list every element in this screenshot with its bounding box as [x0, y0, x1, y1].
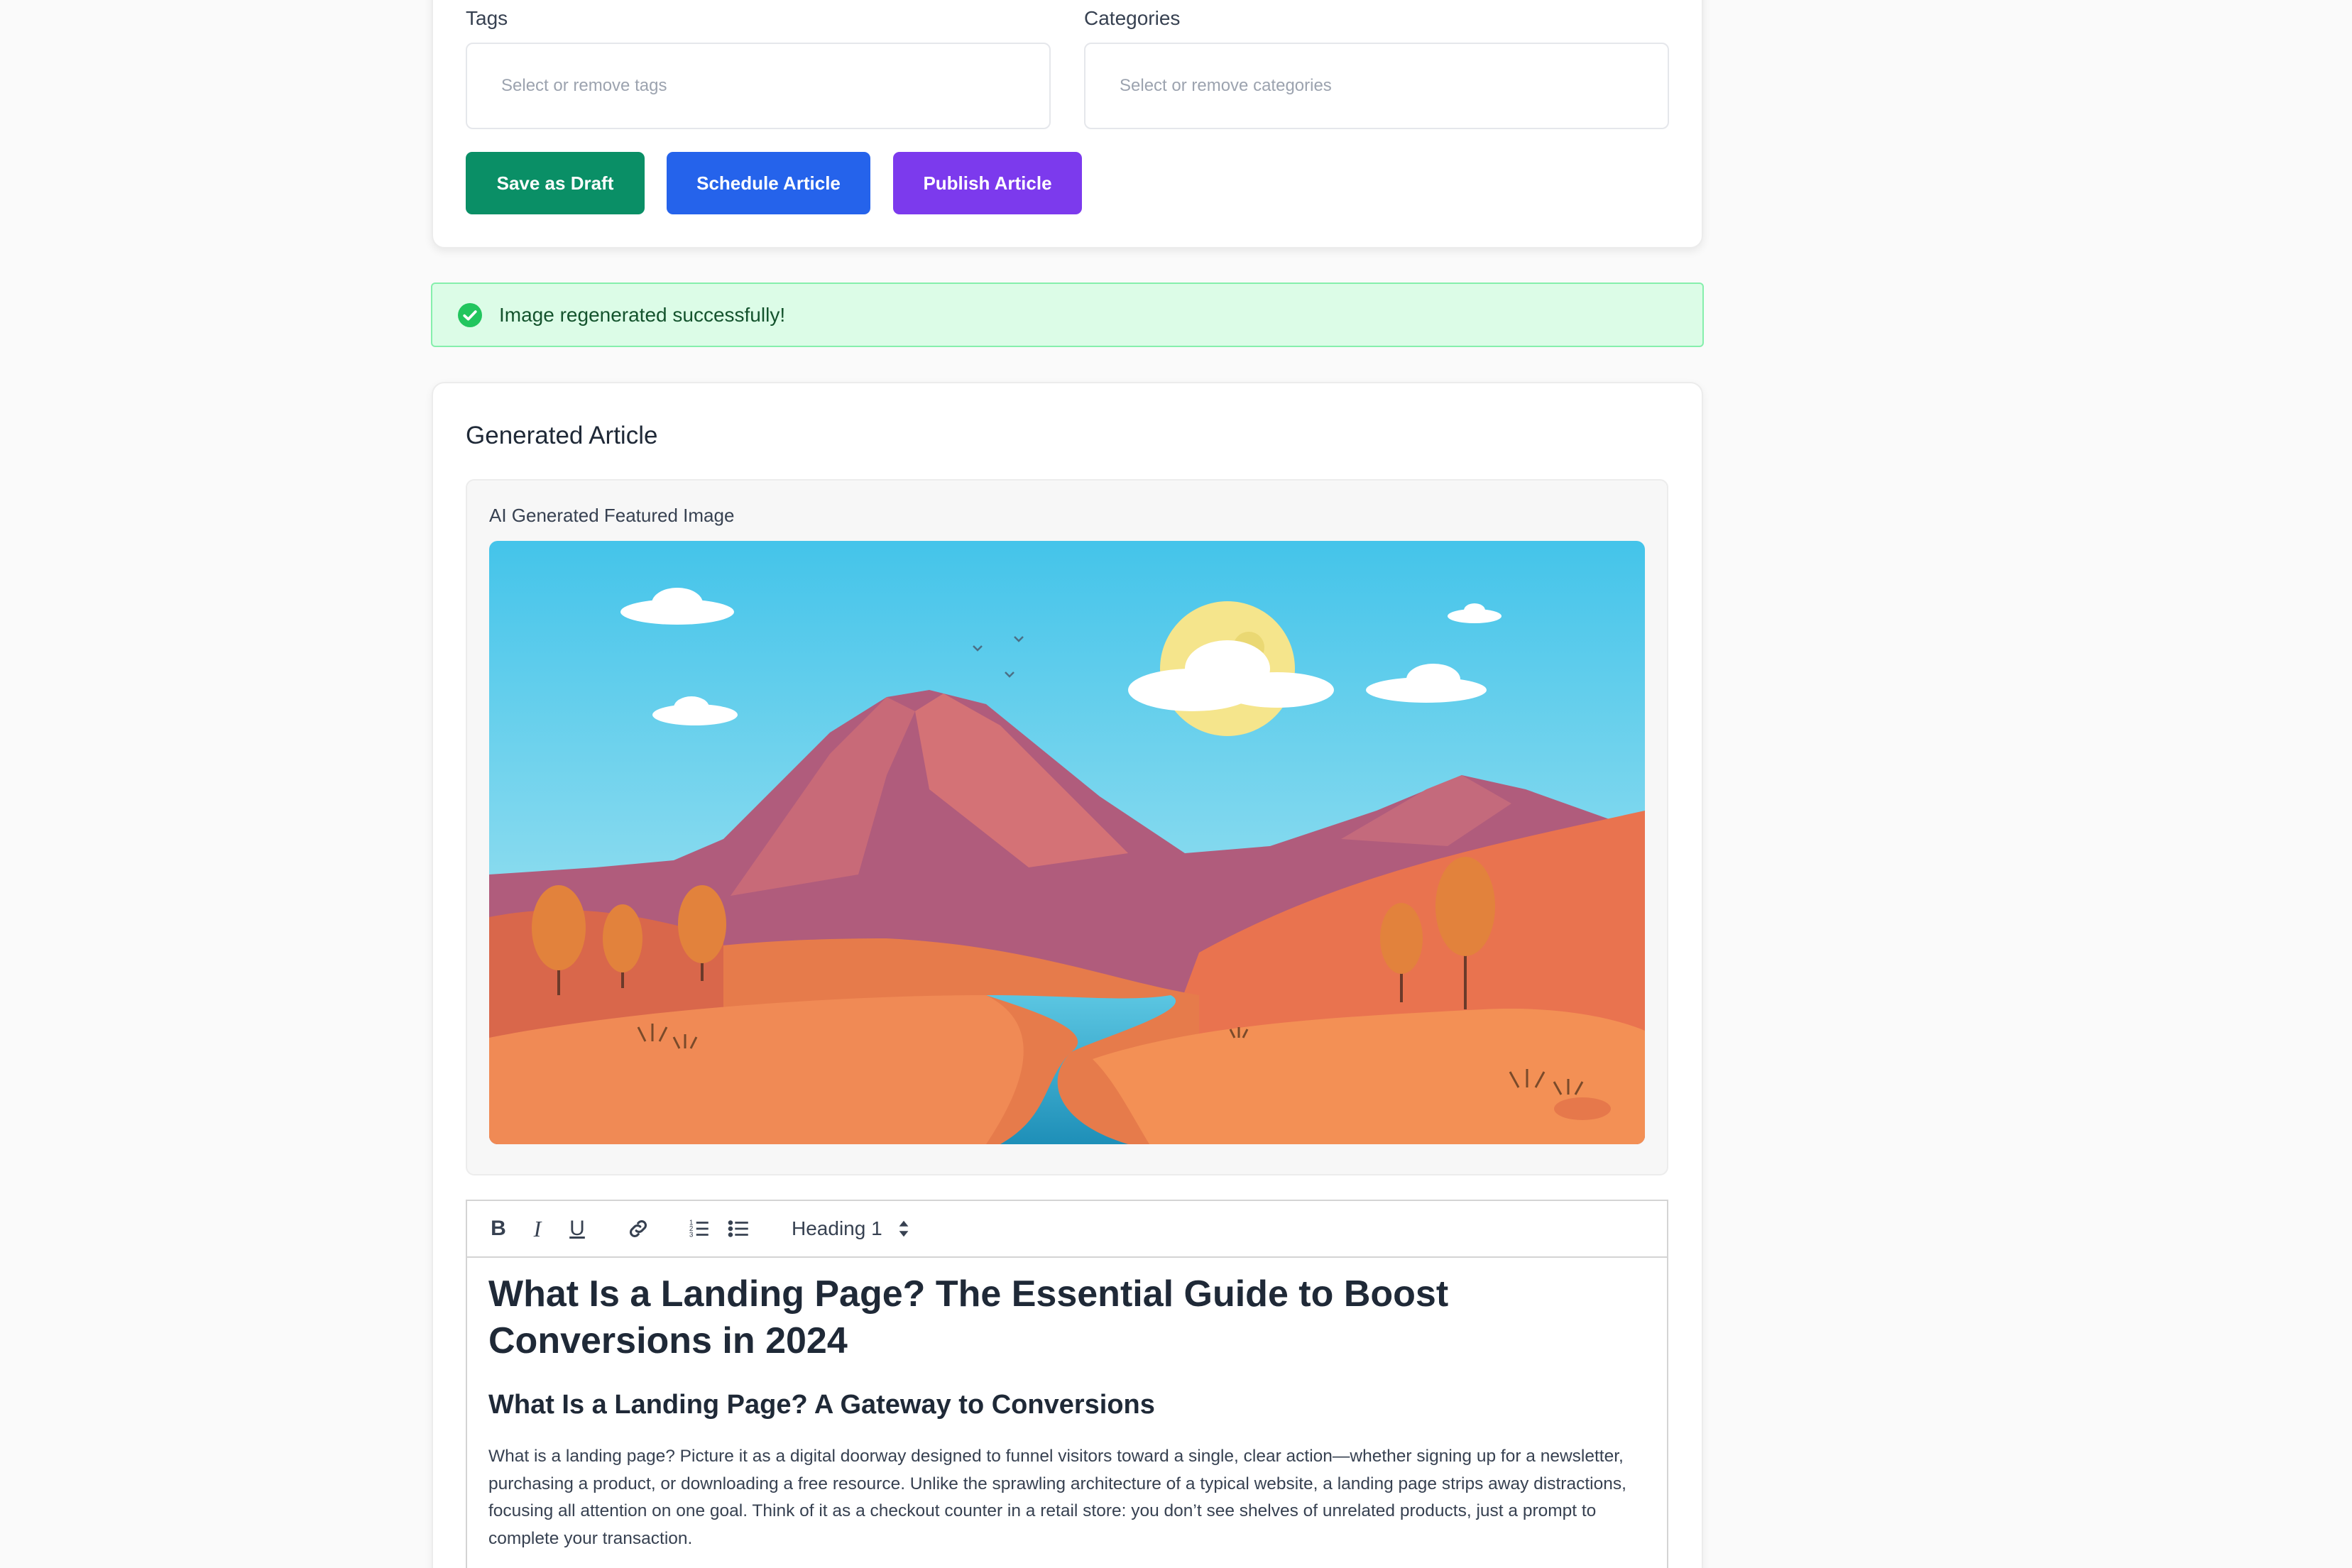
ordered-list-icon[interactable]: 1 2 3 [686, 1215, 713, 1242]
select-arrows-icon [899, 1220, 909, 1237]
italic-icon[interactable]: I [524, 1215, 551, 1242]
featured-image-label: AI Generated Featured Image [489, 505, 735, 526]
heading-select-value: Heading 1 [792, 1217, 882, 1239]
landscape-illustration [489, 541, 1645, 1144]
schedule-article-button[interactable]: Schedule Article [667, 152, 870, 214]
heading-select[interactable]: Heading 1 [792, 1215, 909, 1242]
underline-icon[interactable]: U [564, 1215, 591, 1242]
categories-placeholder: Select or remove categories [1120, 76, 1332, 95]
bullet-list-icon[interactable] [726, 1215, 753, 1242]
categories-label: Categories [1084, 7, 1181, 29]
categories-select[interactable]: Select or remove categories [1084, 43, 1669, 129]
bold-icon[interactable]: B [485, 1215, 512, 1242]
generated-article-title: Generated Article [466, 422, 658, 449]
tags-label: Tags [466, 7, 508, 29]
save-draft-button[interactable]: Save as Draft [466, 152, 645, 214]
tags-select[interactable]: Select or remove tags [466, 43, 1051, 129]
article-heading-1[interactable]: What Is a Landing Page? The Essential Gu… [488, 1271, 1624, 1364]
featured-image [489, 541, 1645, 1144]
success-alert: Image regenerated successfully! [431, 283, 1704, 347]
check-circle-icon [458, 302, 482, 327]
link-icon[interactable] [625, 1215, 652, 1242]
tags-placeholder: Select or remove tags [501, 76, 667, 95]
svg-text:3: 3 [689, 1231, 694, 1239]
publish-article-button[interactable]: Publish Article [893, 152, 1082, 214]
alert-message: Image regenerated successfully! [499, 303, 786, 326]
article-paragraph[interactable]: What is a landing page? Picture it as a … [488, 1443, 1646, 1552]
article-heading-2[interactable]: What Is a Landing Page? A Gateway to Con… [488, 1390, 1155, 1420]
